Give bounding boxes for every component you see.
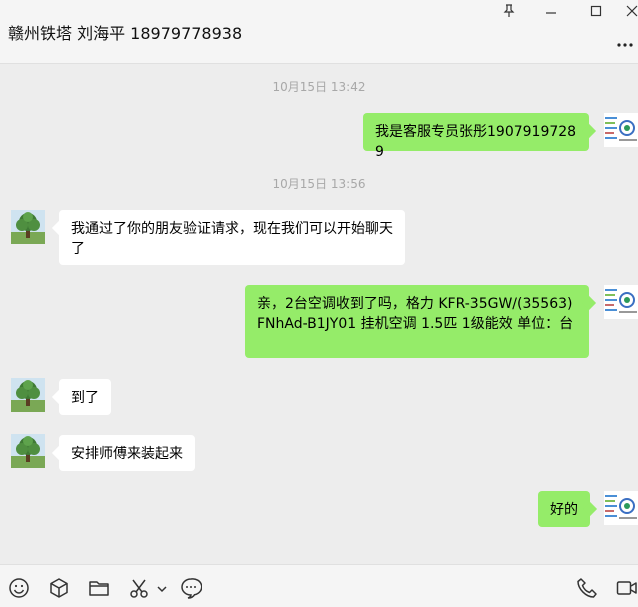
message-bubble-in[interactable]: 安排师傅来装起来 xyxy=(59,435,195,471)
chat-header: 赣州铁塔 刘海平 18979778938 xyxy=(0,0,638,64)
maximize-icon[interactable] xyxy=(584,2,608,20)
avatar-contact[interactable] xyxy=(11,378,45,412)
message-text: 亲，2台空调收到了吗，格力 KFR-35GW/(35563)FNhAd-B1JY… xyxy=(257,296,574,332)
message-text: 安排师傅来装起来 xyxy=(71,446,183,462)
video-icon[interactable] xyxy=(616,577,638,599)
minimize-icon[interactable] xyxy=(539,2,563,20)
close-icon[interactable] xyxy=(620,2,638,20)
pin-icon[interactable] xyxy=(497,2,521,20)
scissors-icon[interactable] xyxy=(128,577,150,599)
timestamp: 10月15日 13:56 xyxy=(272,177,366,191)
message-text: 到了 xyxy=(71,390,99,406)
chat-area[interactable]: 10月15日 13:42 我是客服专员张彤19079197289 10月15日 … xyxy=(0,64,638,564)
input-toolbar xyxy=(0,564,638,607)
dropdown-icon[interactable] xyxy=(156,577,168,599)
message-bubble-in[interactable]: 到了 xyxy=(59,379,111,415)
avatar-contact[interactable] xyxy=(11,210,45,244)
message-bubble-out[interactable]: 亲，2台空调收到了吗，格力 KFR-35GW/(35563)FNhAd-B1JY… xyxy=(245,285,589,358)
phone-icon[interactable] xyxy=(576,577,598,599)
timestamp: 10月15日 13:42 xyxy=(272,80,366,94)
message-bubble-out[interactable]: 好的 xyxy=(538,491,590,527)
avatar-self[interactable] xyxy=(604,285,638,319)
message-text: 好的 xyxy=(550,502,578,518)
message-text: 我是客服专员张彤19079197289 xyxy=(375,124,577,160)
avatar-contact[interactable] xyxy=(11,434,45,468)
folder-icon[interactable] xyxy=(88,577,110,599)
chat-bubble-icon[interactable] xyxy=(180,577,203,599)
avatar-self[interactable] xyxy=(604,491,638,525)
message-text: 我通过了你的朋友验证请求，现在我们可以开始聊天了 xyxy=(71,221,393,257)
emoji-icon[interactable] xyxy=(8,577,30,599)
more-dots-icon[interactable] xyxy=(616,36,634,48)
chat-title: 赣州铁塔 刘海平 18979778938 xyxy=(8,24,243,43)
package-icon[interactable] xyxy=(48,577,70,599)
message-bubble-in[interactable]: 我通过了你的朋友验证请求，现在我们可以开始聊天了 xyxy=(59,210,405,265)
avatar-self[interactable] xyxy=(604,113,638,147)
message-bubble-out[interactable]: 我是客服专员张彤19079197289 xyxy=(363,113,589,160)
